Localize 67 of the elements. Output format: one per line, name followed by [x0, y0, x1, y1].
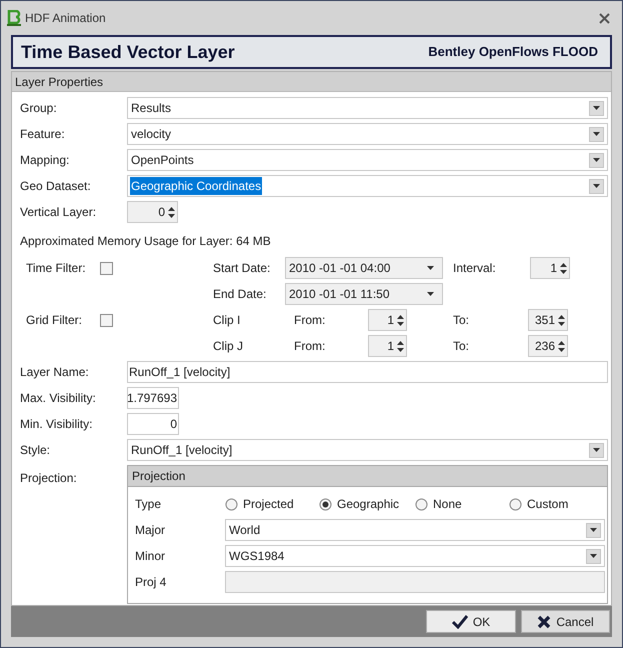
- field-label: Mapping:: [20, 152, 70, 169]
- input-field[interactable]: 1.797693: [127, 387, 179, 409]
- number-spinner[interactable]: 0: [127, 201, 178, 223]
- panel-header: Layer Properties: [12, 72, 611, 92]
- dropdown[interactable]: velocity: [127, 123, 608, 145]
- field-label: Grid Filter:: [26, 312, 84, 329]
- field-label: Geo Dataset:: [20, 178, 92, 195]
- memory-usage-note: Approximated Memory Usage for Layer: 64 MB: [20, 233, 272, 250]
- dropdown-arrow-icon[interactable]: [426, 291, 435, 297]
- radio-icon: [415, 498, 428, 510]
- dropdown[interactable]: World: [225, 519, 605, 541]
- input-field[interactable]: 0: [127, 413, 179, 435]
- number-spinner[interactable]: 1: [530, 257, 570, 279]
- dropdown[interactable]: OpenPoints: [127, 149, 608, 171]
- product-name: Bentley OpenFlows FLOOD: [428, 43, 598, 62]
- dropdown[interactable]: WGS1984: [225, 545, 605, 567]
- number-spinner[interactable]: 1: [368, 309, 407, 331]
- group-header: Projection: [128, 466, 607, 487]
- checkbox[interactable]: [100, 262, 113, 274]
- field-label: From:: [294, 312, 326, 329]
- field-label: Vertical Layer:: [20, 204, 98, 221]
- field-label: End Date:: [213, 286, 268, 303]
- close-icon[interactable]: [599, 12, 610, 24]
- dropdown[interactable]: Geographic Coordinates: [127, 175, 608, 197]
- field-label: Group:: [20, 100, 58, 117]
- field-label: Proj 4: [135, 574, 168, 591]
- input-field[interactable]: RunOff_1 [velocity]: [127, 361, 608, 383]
- cancel-button[interactable]: Cancel: [521, 610, 610, 633]
- radio-option[interactable]: Custom: [509, 495, 589, 513]
- window-title: HDF Animation: [25, 10, 106, 27]
- ok-button[interactable]: OK: [426, 610, 516, 633]
- field-label: Style:: [20, 442, 52, 459]
- field-label: Projection:: [20, 470, 78, 487]
- field-label: Start Date:: [213, 260, 272, 277]
- radio-option[interactable]: Projected: [225, 495, 319, 513]
- dropdown[interactable]: Results: [127, 97, 608, 119]
- date-dropdown[interactable]: 2010 -01 -01 04:00: [285, 257, 443, 279]
- radio-option[interactable]: None: [415, 495, 509, 513]
- field-label: Type: [135, 496, 162, 513]
- number-spinner[interactable]: 351: [528, 309, 568, 331]
- field-label: From:: [294, 338, 326, 355]
- app-logo-icon: [7, 10, 21, 26]
- radio-icon: [319, 498, 332, 510]
- field-label: Time Filter:: [26, 260, 87, 277]
- number-spinner[interactable]: 236: [528, 335, 568, 357]
- page-title: Time Based Vector Layer: [21, 40, 235, 64]
- dropdown-arrow-icon[interactable]: [426, 265, 435, 271]
- field-label: Interval:: [453, 260, 497, 277]
- radio-option[interactable]: Geographic: [319, 495, 415, 513]
- field-label: Minor: [135, 548, 166, 565]
- number-spinner[interactable]: 1: [368, 335, 407, 357]
- checkmark-icon: [452, 614, 468, 628]
- field-label: Major: [135, 522, 166, 539]
- field-label: To:: [453, 338, 470, 355]
- field-label: Feature:: [20, 126, 66, 143]
- checkbox[interactable]: [100, 314, 113, 326]
- radio-icon: [225, 498, 238, 510]
- field-label: Clip J: [213, 338, 244, 355]
- field-label: Layer Name:: [20, 364, 90, 381]
- close-icon: [537, 614, 552, 628]
- field-label: Clip I: [213, 312, 242, 329]
- dropdown[interactable]: RunOff_1 [velocity]: [127, 439, 608, 461]
- date-dropdown[interactable]: 2010 -01 -01 11:50: [285, 283, 443, 305]
- field-label: To:: [453, 312, 470, 329]
- radio-icon: [509, 498, 522, 510]
- field-label: Max. Visibility:: [20, 390, 97, 407]
- field-label: Min. Visibility:: [20, 416, 94, 433]
